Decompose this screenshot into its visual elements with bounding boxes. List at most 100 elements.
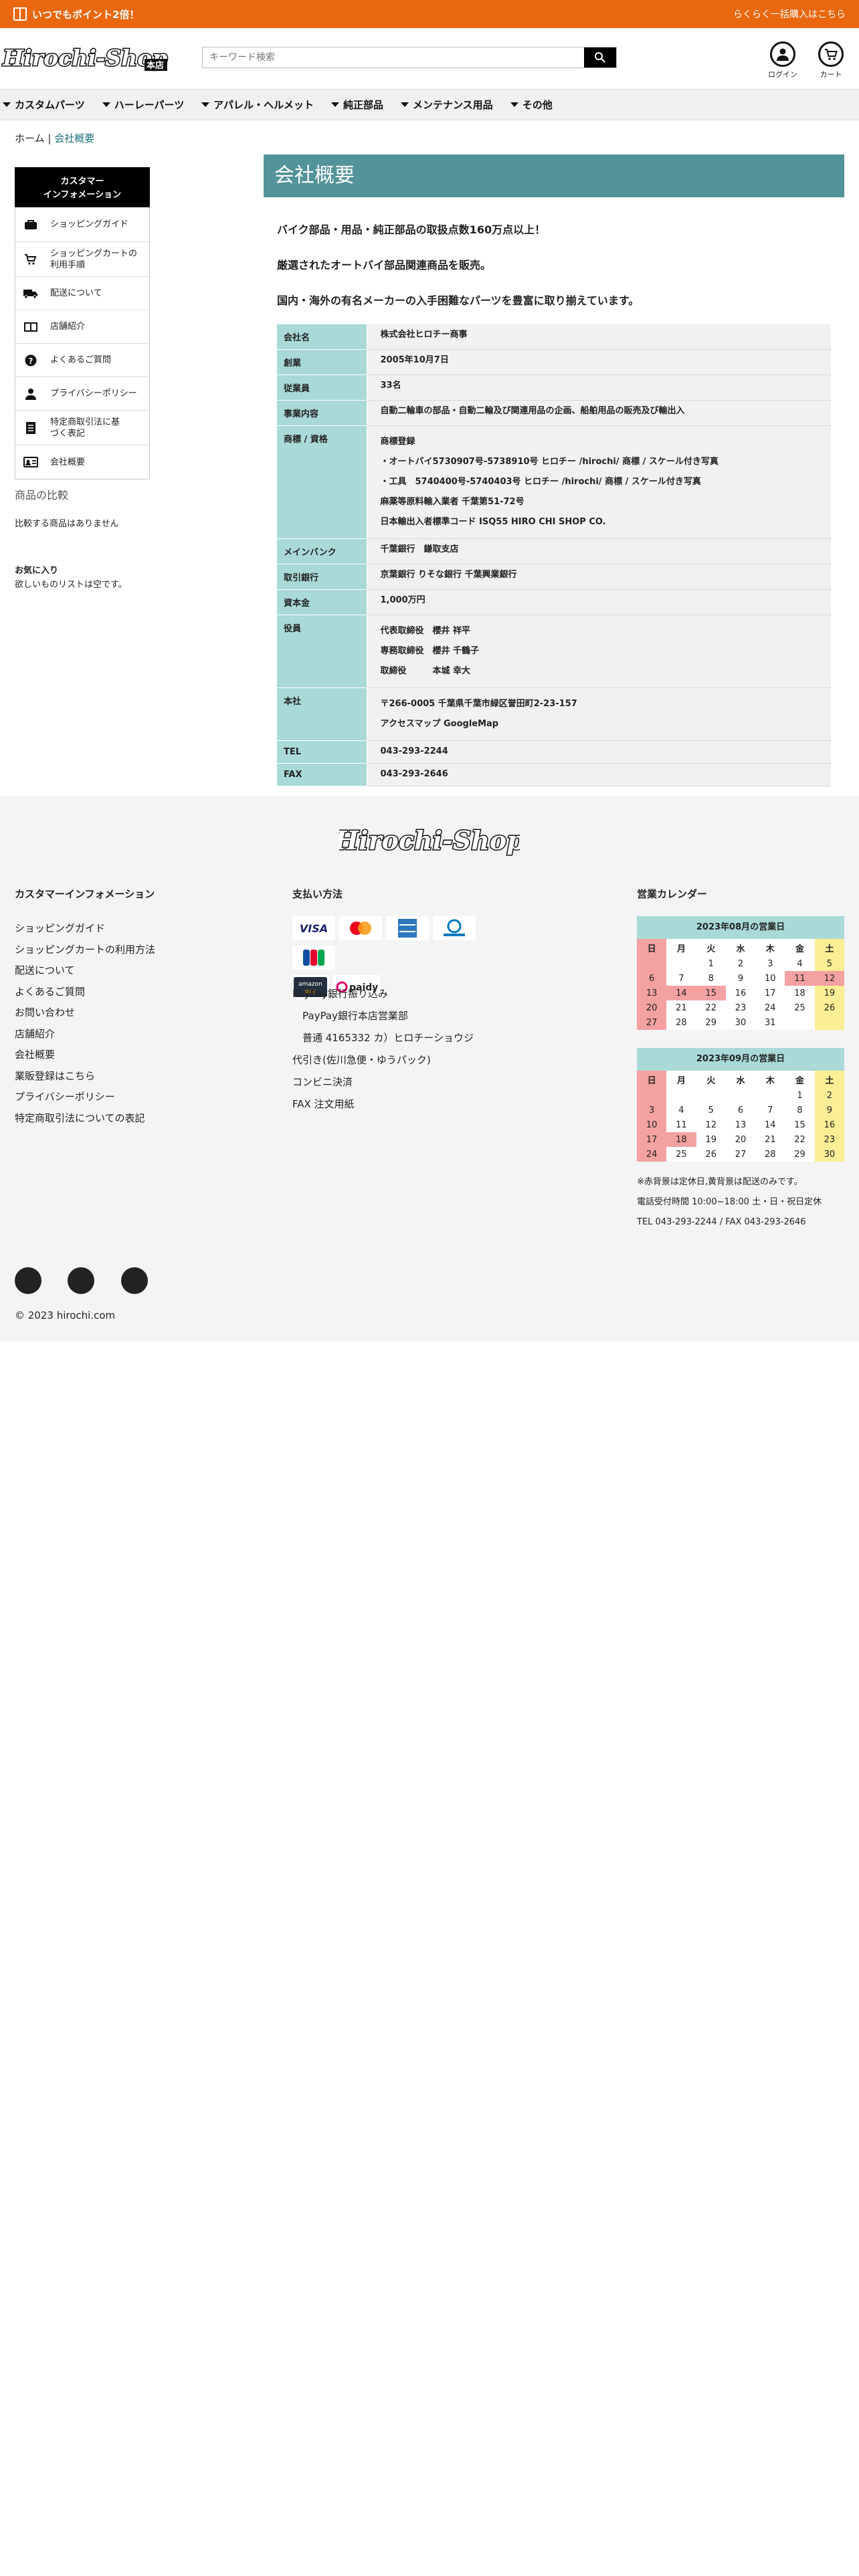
- sidebar-item-shipping[interactable]: 配送について: [15, 277, 149, 310]
- sidebar-item-company[interactable]: 会社概要: [15, 445, 149, 479]
- footer-link[interactable]: ショッピングガイド: [15, 922, 105, 934]
- nav-custom-parts[interactable]: カスタムパーツ: [3, 98, 85, 112]
- calendar-month-title: 2023年09月の営業日: [637, 1048, 844, 1071]
- company-table-value: 京葉銀行 りそな銀行 千葉興業銀行: [367, 564, 831, 590]
- calendar-day: 2: [737, 958, 744, 969]
- nav-label: カスタムパーツ: [15, 99, 85, 111]
- company-table-row: 事業内容 自動二輪車の部品・自動二輪及び関連用品の企画、船舶用品の販売及び輸出入: [277, 400, 831, 426]
- company-table-label: 資本金: [277, 589, 367, 615]
- footer-payment-title: 支払い方法: [292, 888, 343, 900]
- sidebar-item-label: よくあるご質問: [50, 355, 112, 365]
- calendar-day: 11: [676, 1119, 687, 1130]
- calendar-weekday: 水: [736, 1075, 745, 1086]
- nav-other[interactable]: その他: [510, 98, 553, 112]
- truck-icon: [23, 288, 38, 300]
- calendar-day: 1: [708, 958, 714, 969]
- calendar-day: 23: [814, 1132, 844, 1147]
- cart-label: カート: [820, 70, 842, 79]
- calendar-day: 7: [678, 973, 684, 984]
- calendar-day: 23: [735, 1002, 747, 1013]
- footer-link[interactable]: 特定商取引法についての表記: [15, 1112, 145, 1124]
- twitter-icon[interactable]: [68, 1267, 94, 1294]
- sidebar-item-shopping-guide[interactable]: ショッピングガイド: [15, 207, 149, 242]
- document-icon: [23, 421, 38, 434]
- breadcrumb-home[interactable]: ホーム: [15, 132, 45, 144]
- footer-link[interactable]: 会社概要: [15, 1049, 55, 1061]
- company-table-label: 役員: [277, 615, 367, 688]
- sidebar-item-label: ショッピングカートの利用手順: [50, 248, 138, 270]
- calendar-month-title: 2023年08月の営業日: [637, 916, 844, 939]
- calendar-day: 15: [794, 1119, 805, 1130]
- calendar-day: [696, 1088, 726, 1103]
- calendar-weekday: 土: [814, 1071, 844, 1088]
- calendar-day: 13: [637, 986, 667, 1000]
- nav-genuine-parts[interactable]: 純正部品: [330, 98, 383, 112]
- sidebar-item-faq[interactable]: ? よくあるご質問: [15, 344, 149, 377]
- company-table-value: 1,000万円: [367, 589, 831, 615]
- sidebar-item-legal[interactable]: 特定商取引法に基づく表記: [15, 411, 149, 445]
- favorites-empty-text: 欲しいものリストは空です。: [15, 580, 127, 590]
- company-table-label: メインバンク: [277, 538, 367, 564]
- login-button[interactable]: ログイン: [763, 41, 803, 80]
- footer-link[interactable]: 業販登録はこちら: [15, 1070, 95, 1082]
- footer-link[interactable]: お問い合わせ: [15, 1006, 75, 1018]
- company-table-value: 043-293-2646: [367, 763, 831, 786]
- footer-link[interactable]: ショッピングカートの利用方法: [15, 944, 155, 956]
- footer-logo[interactable]: Hirochi-Shop: [339, 821, 520, 859]
- nav-apparel-helmet[interactable]: アパレル・ヘルメット: [201, 98, 314, 112]
- calendar-weekday: 日: [637, 1071, 667, 1088]
- sidebar-item-cart-usage[interactable]: ショッピングカートの利用手順: [15, 242, 149, 277]
- company-table-value: 043-293-2244: [367, 740, 831, 764]
- calendar-day: 24: [637, 1147, 667, 1162]
- payment-line: PayPay銀行振り込み: [292, 988, 388, 1000]
- compare-empty-text: 比較する商品はありません: [15, 519, 119, 529]
- footer-link[interactable]: プライバシーポリシー: [15, 1091, 115, 1103]
- intro-line: バイク部品・用品・純正部品の取扱点数160万点以上！: [277, 223, 546, 236]
- calendar-day: 31: [764, 1017, 776, 1028]
- instagram-icon[interactable]: [121, 1267, 148, 1294]
- payment-line: コンビニ決済: [292, 1076, 353, 1088]
- calendar-day: 20: [637, 1000, 667, 1015]
- business-calendar-september: 2023年09月の営業日日月火水木金土 1 2 3 4 5 6 7 8 9 10 11 12 13 14 15…: [637, 1048, 844, 1162]
- calendar-day: [785, 1015, 814, 1030]
- calendar-weekday: 土: [814, 939, 844, 956]
- calendar-day: 2: [814, 1088, 844, 1103]
- calendar-day: 19: [705, 1134, 717, 1145]
- footer-link[interactable]: 店舗紹介: [15, 1028, 55, 1040]
- site-logo[interactable]: Hirochi-Shop 本店: [1, 41, 169, 76]
- nav-label: ハーレーパーツ: [114, 99, 185, 111]
- calendar-day: 6: [637, 971, 667, 986]
- company-table-label: 取引銀行: [277, 564, 367, 590]
- cart-button[interactable]: カート: [811, 41, 851, 80]
- footer-link[interactable]: よくあるご質問: [15, 986, 85, 998]
- footer-calendar-title: 営業カレンダー: [637, 888, 708, 900]
- sidebar-item-label: プライバシーポリシー: [50, 389, 137, 399]
- sidebar-item-label: ショッピングガイド: [50, 219, 129, 229]
- contact-numbers: TEL 043-293-2244 / FAX 043-293-2646: [637, 1217, 806, 1227]
- company-table-value-line: ・工具 5740400号-5740403号 ヒロチー /hirochi/ 商標 …: [380, 477, 701, 487]
- calendar-grid: 日月火水木金土 1 2 3 4 5 6 7 8 9 10 11 12 13 14 15 16 17 18 19 20 21…: [637, 1071, 844, 1162]
- search-button[interactable]: [584, 47, 616, 68]
- company-table-label: 会社名: [277, 324, 367, 350]
- calendar-weekday: 月: [676, 1075, 686, 1086]
- calendar-day: 25: [794, 1002, 805, 1013]
- company-table-label: 本社: [277, 687, 367, 741]
- calendar-weekday: 火: [706, 1075, 716, 1086]
- facebook-icon[interactable]: [15, 1267, 41, 1294]
- sidebar-item-privacy[interactable]: プライバシーポリシー: [15, 377, 149, 411]
- nav-harley-parts[interactable]: ハーレーパーツ: [102, 98, 185, 112]
- customer-info-sidebar: カスタマー インフォメーション ショッピングガイド ショッピングカートの利用手順…: [15, 167, 150, 479]
- company-table-value-line: 商標登録: [380, 437, 415, 447]
- calendar-day: [814, 1015, 844, 1030]
- calendar-day: 8: [797, 1105, 803, 1115]
- search-input[interactable]: [203, 47, 584, 68]
- calendar-day: 9: [737, 973, 744, 984]
- sidebar-item-store[interactable]: 店舗紹介: [15, 310, 149, 344]
- footer-link[interactable]: 配送について: [15, 964, 75, 976]
- calendar-day: 4: [678, 1105, 684, 1115]
- nav-maintenance[interactable]: メンテナンス用品: [400, 98, 493, 112]
- calendar-day: 14: [666, 986, 696, 1000]
- breadcrumb-separator: |: [47, 132, 52, 144]
- bulk-purchase-link[interactable]: らくらく一括購入はこちら: [733, 7, 846, 21]
- company-table-value-line: 麻薬等原料輸入業者 千葉第51-72号: [380, 497, 524, 507]
